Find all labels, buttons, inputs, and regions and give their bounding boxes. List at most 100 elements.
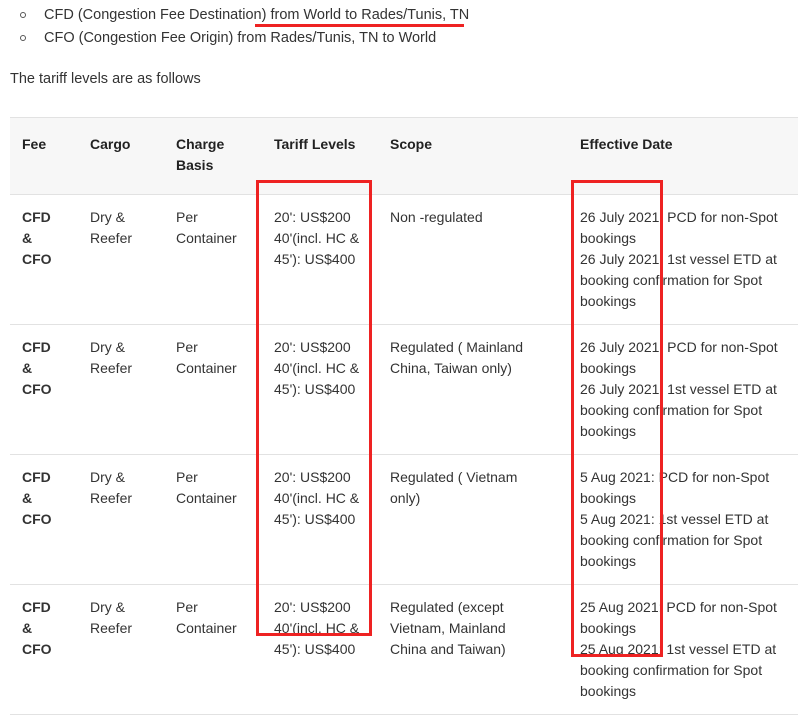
cell-cargo: Dry & Reefer	[78, 585, 164, 715]
column-header-fee: Fee	[10, 117, 78, 195]
fee-definition-list: CFD (Congestion Fee Destination) from Wo…	[0, 4, 790, 50]
cell-date-line1: 26 July 2021: PCD for non-Spot	[580, 339, 778, 355]
table-row: CFD & CFO Dry & Reefer Per Container 20'…	[10, 194, 798, 325]
cell-date-line4: booking confirmation for Spot	[580, 272, 763, 288]
cell-cargo-line1: Dry &	[90, 339, 125, 355]
cell-tariff-line2: 40'(incl. HC &	[274, 230, 360, 246]
cell-fee-line3: CFO	[22, 641, 52, 657]
cell-scope-line1: Non -regulated	[390, 209, 483, 225]
cell-fee-line2: &	[22, 360, 33, 376]
cell-charge-basis-line2: Container	[176, 360, 237, 376]
cell-charge-basis-line2: Container	[176, 620, 237, 636]
cell-scope: Regulated ( Vietnam only)	[378, 454, 568, 585]
cell-scope-line1: Regulated (except	[390, 599, 504, 615]
column-header-charge-basis-line2: Basis	[176, 157, 214, 173]
list-item: CFO (Congestion Fee Origin) from Rades/T…	[0, 27, 790, 50]
cell-scope-line2: only)	[390, 490, 421, 506]
table-row: CFD & CFO Dry & Reefer Per Container 20'…	[10, 585, 798, 715]
cell-cargo: Dry & Reefer	[78, 454, 164, 585]
cell-fee-line1: CFD	[22, 599, 51, 615]
cell-date-line2: bookings	[580, 230, 637, 246]
cell-date-line5: bookings	[580, 423, 637, 439]
cell-date-line4: booking confirmation for Spot	[580, 532, 763, 548]
table-row: CFD & CFO Dry & Reefer Per Container 20'…	[10, 324, 798, 455]
cell-tariff-levels: 20': US$200 40'(incl. HC & 45'): US$400	[262, 585, 378, 715]
cell-date-line3: 5 Aug 2021: 1st vessel ETD at	[580, 511, 769, 527]
cell-fee: CFD & CFO	[10, 324, 78, 455]
cell-date-line1: 5 Aug 2021: PCD for non-Spot	[580, 469, 770, 485]
cell-fee-line2: &	[22, 620, 33, 636]
cell-tariff-levels: 20': US$200 40'(incl. HC & 45'): US$400	[262, 194, 378, 325]
cell-charge-basis-line1: Per	[176, 209, 198, 225]
column-header-charge-basis: Charge Basis	[164, 117, 262, 195]
cell-date-line4: booking confirmation for Spot	[580, 662, 763, 678]
cell-cargo: Dry & Reefer	[78, 194, 164, 325]
cell-date-line5: bookings	[580, 683, 637, 699]
table-body: CFD & CFO Dry & Reefer Per Container 20'…	[10, 194, 798, 715]
cell-tariff-line2: 40'(incl. HC &	[274, 490, 360, 506]
cell-tariff-line1: 20': US$200	[274, 339, 351, 355]
cell-charge-basis: Per Container	[164, 454, 262, 585]
cell-fee: CFD & CFO	[10, 454, 78, 585]
column-header-cargo: Cargo	[78, 117, 164, 195]
cell-charge-basis: Per Container	[164, 585, 262, 715]
cell-tariff-line3: 45'): US$400	[274, 251, 356, 267]
cell-tariff-levels: 20': US$200 40'(incl. HC & 45'): US$400	[262, 324, 378, 455]
cell-cargo-line2: Reefer	[90, 620, 133, 636]
cell-fee-line2: &	[22, 230, 33, 246]
list-item-label: CFD (Congestion Fee Destination) from Wo…	[44, 7, 470, 23]
cell-date-line2: bookings	[580, 490, 637, 506]
cell-cargo-line1: Dry &	[90, 209, 125, 225]
cell-date-line3: 26 July 2021: 1st vessel ETD at	[580, 381, 777, 397]
cell-tariff-levels: 20': US$200 40'(incl. HC & 45'): US$400	[262, 454, 378, 585]
cell-scope: Regulated (except Vietnam, Mainland Chin…	[378, 585, 568, 715]
cell-scope: Regulated ( Mainland China, Taiwan only)	[378, 324, 568, 455]
cell-fee-line1: CFD	[22, 209, 51, 225]
cell-fee-line3: CFO	[22, 511, 52, 527]
cell-charge-basis-line1: Per	[176, 469, 198, 485]
cell-effective-date: 25 Aug 2021: PCD for non-Spot bookings 2…	[568, 585, 798, 715]
cell-date-line4: booking confirmation for Spot	[580, 402, 763, 418]
cell-scope-line3: China and Taiwan)	[390, 641, 506, 657]
cell-fee-line2: &	[22, 490, 33, 506]
cell-tariff-line1: 20': US$200	[274, 469, 351, 485]
cell-tariff-line2: 40'(incl. HC &	[274, 620, 360, 636]
cell-fee-line3: CFO	[22, 381, 52, 397]
cell-cargo: Dry & Reefer	[78, 324, 164, 455]
cell-charge-basis-line1: Per	[176, 339, 198, 355]
cell-tariff-line3: 45'): US$400	[274, 381, 356, 397]
cell-fee: CFD & CFO	[10, 194, 78, 325]
cell-charge-basis: Per Container	[164, 324, 262, 455]
cell-date-line3: 26 July 2021: 1st vessel ETD at	[580, 251, 777, 267]
table-header-row: Fee Cargo Charge Basis Tariff Levels Sco…	[10, 117, 798, 195]
cell-cargo-line1: Dry &	[90, 469, 125, 485]
cell-fee-line3: CFO	[22, 251, 52, 267]
cell-tariff-line3: 45'): US$400	[274, 641, 356, 657]
intro-text: The tariff levels are as follows	[10, 71, 201, 87]
table-header: Fee Cargo Charge Basis Tariff Levels Sco…	[10, 117, 798, 195]
cell-tariff-line3: 45'): US$400	[274, 511, 356, 527]
cell-scope-line1: Regulated ( Vietnam	[390, 469, 518, 485]
cell-date-line1: 25 Aug 2021: PCD for non-Spot	[580, 599, 777, 615]
cell-scope-line1: Regulated ( Mainland	[390, 339, 524, 355]
cell-tariff-line2: 40'(incl. HC &	[274, 360, 360, 376]
cell-date-line2: bookings	[580, 620, 637, 636]
cell-tariff-line1: 20': US$200	[274, 209, 351, 225]
column-header-charge-basis-line1: Charge	[176, 136, 225, 152]
cell-cargo-line2: Reefer	[90, 360, 133, 376]
cell-effective-date: 5 Aug 2021: PCD for non-Spot bookings 5 …	[568, 454, 798, 585]
cell-date-line3: 25 Aug 2021: 1st vessel ETD at	[580, 641, 777, 657]
cell-scope-line2: China, Taiwan only)	[390, 360, 512, 376]
bullet-circle-icon	[20, 35, 26, 41]
cell-charge-basis: Per Container	[164, 194, 262, 325]
cell-fee-line1: CFD	[22, 469, 51, 485]
cell-effective-date: 26 July 2021: PCD for non-Spot bookings …	[568, 324, 798, 455]
cell-scope: Non -regulated	[378, 194, 568, 325]
cell-date-line5: bookings	[580, 553, 637, 569]
cell-scope-line2: Vietnam, Mainland	[390, 620, 506, 636]
table-row: CFD & CFO Dry & Reefer Per Container 20'…	[10, 454, 798, 585]
cell-date-line5: bookings	[580, 293, 637, 309]
cell-effective-date: 26 July 2021: PCD for non-Spot bookings …	[568, 194, 798, 325]
column-header-tariff-levels: Tariff Levels	[262, 117, 378, 195]
bullet-circle-icon	[20, 12, 26, 18]
